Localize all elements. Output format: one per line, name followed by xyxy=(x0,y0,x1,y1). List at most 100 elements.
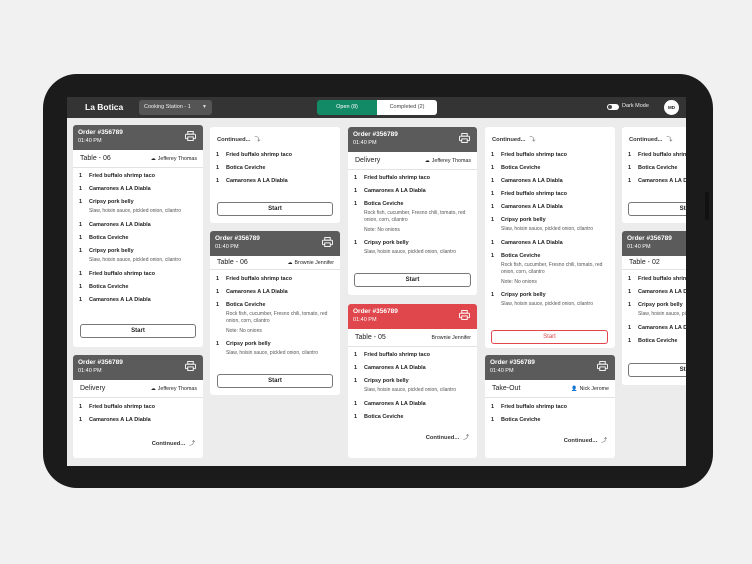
order-type: Take-Out xyxy=(492,385,521,392)
order-time: 01:40 PM xyxy=(78,138,102,144)
continued-indicator: Continued... ⤵ xyxy=(492,137,536,143)
order-card: Order #356789 01:40 PM Delivery ☁ Jeffere… xyxy=(348,127,477,295)
list-item: 1Camarones A LA Diabla xyxy=(628,289,686,295)
card-subheader: Delivery ☁ Jefferey Thomas xyxy=(73,380,203,398)
start-button[interactable]: Start xyxy=(628,202,686,216)
printer-icon[interactable] xyxy=(185,361,196,371)
card-header: Order #356789 01:40 PM xyxy=(73,355,203,380)
server-name: ☁ Jefferey Thomas xyxy=(150,156,197,162)
list-item: 1Fried buffalo shrimp taco xyxy=(79,271,156,277)
arrow-down-icon: ⤵ xyxy=(529,137,536,143)
list-item: 1Camarones A LA Diabla xyxy=(491,178,563,184)
list-item: 1 Botica Ceviche xyxy=(79,235,129,241)
chevron-down-icon: ▼ xyxy=(202,104,207,110)
list-item: 1Fried buffalo shrimp taco xyxy=(79,404,156,410)
order-number: Order #356789 xyxy=(490,359,535,366)
list-item: 1 Botica Ceviche xyxy=(491,417,541,423)
list-item: 1Cripsy pork bellySlaw, hoisin sauce, pi… xyxy=(354,240,456,255)
card-subheader: Table - 05 Brownie Jennifer xyxy=(348,329,477,347)
arrow-up-icon: ⤴ xyxy=(463,435,469,441)
order-card-urgent: Order #356789 01:40 PM Table - 05 Browni… xyxy=(348,304,477,458)
card-header: Order #356789 01:40 PM xyxy=(73,125,203,150)
printer-icon[interactable] xyxy=(459,310,470,320)
list-item: 1 Botica Ceviche Rock fish, cucumber, Fres… xyxy=(354,201,466,233)
card-header: Order #356789 01:40 PM xyxy=(485,355,615,380)
table-label: Table - 05 xyxy=(355,334,386,341)
start-button[interactable]: Start xyxy=(217,202,333,216)
order-card: Order #356789 01:40 PM Table - 02 1 Fried… xyxy=(622,231,686,385)
card-header: Order #356789 01:40 PM xyxy=(348,127,477,152)
order-number: Order #356789 xyxy=(353,131,398,138)
card-subheader: Table - 06 ☁ Brownie Jennifer xyxy=(210,256,340,270)
station-dropdown[interactable]: Cooking Station - 1 ▼ xyxy=(139,100,212,115)
list-item: 1Fried buffalo shrimp taco xyxy=(354,352,431,358)
start-button[interactable]: Start xyxy=(628,363,686,377)
arrow-up-icon: ⤴ xyxy=(601,438,607,444)
list-item: 1Fried buffalo shrimp taco xyxy=(628,152,686,158)
card-subheader: Delivery ☁ Jefferey Thomas xyxy=(348,152,477,170)
order-number: Order #356789 xyxy=(627,235,672,242)
list-item: 1Cripsy pork bellySlaw, hoisin sauce, pi… xyxy=(491,292,593,307)
order-time: 01:40 PM xyxy=(78,368,102,374)
list-item: 1 Botica Ceviche Rock fish, cucumber, Fres… xyxy=(491,253,603,285)
printer-icon[interactable] xyxy=(185,131,196,141)
server-name: ☁ Brownie Jennifer xyxy=(287,260,334,266)
brand-name: La Botica xyxy=(85,102,124,112)
list-item: 1 Botica Ceviche xyxy=(628,165,678,171)
order-card-continued: Continued...⤵ 1Fried buffalo shrimp taco… xyxy=(485,127,615,348)
table-label: Table - 06 xyxy=(80,155,111,162)
list-item: 1Camarones A LA Diabla xyxy=(354,188,426,194)
order-card: Order #356789 01:40 PM Table - 06 ☁ Jeffe… xyxy=(73,125,203,347)
tab-open[interactable]: Open (8) xyxy=(317,100,377,115)
list-item: 1Camarones A LA Diabla xyxy=(216,178,288,184)
start-button[interactable]: Start xyxy=(491,330,608,344)
continued-indicator: Continued... ⤵ xyxy=(629,137,673,143)
avatar[interactable]: MD xyxy=(664,100,679,115)
continued-indicator: Continued... ⤵ xyxy=(217,137,261,143)
chef-hat-icon: ☁ xyxy=(150,386,156,392)
start-button[interactable]: Start xyxy=(217,374,333,388)
card-subheader: Table - 06 ☁ Jefferey Thomas xyxy=(73,150,203,168)
printer-icon[interactable] xyxy=(459,133,470,143)
arrow-down-icon: ⤵ xyxy=(254,137,261,143)
server-name: Brownie Jennifer xyxy=(431,335,471,341)
list-item: 1Camarones A LA Diabla xyxy=(628,178,686,184)
order-type: Delivery xyxy=(355,157,381,164)
start-button[interactable]: Start xyxy=(354,273,471,287)
arrow-up-icon: ⤴ xyxy=(189,441,195,447)
chef-hat-icon: ☁ xyxy=(150,156,156,162)
dark-mode-toggle[interactable] xyxy=(607,104,619,110)
list-item: 1Camarones A LA Diabla xyxy=(79,222,151,228)
list-item: 1Camarones A LA Diabla xyxy=(79,297,151,303)
list-item: 1Camarones A LA Diabla xyxy=(216,289,288,295)
table-label: Table - 06 xyxy=(217,259,248,266)
list-item: 1Fried buffalo shrimp taco xyxy=(628,276,686,282)
printer-icon[interactable] xyxy=(322,237,333,247)
user-icon: 👤 xyxy=(571,386,578,392)
chef-hat-icon: ☁ xyxy=(424,158,430,164)
table-label: Table - 02 xyxy=(629,259,660,266)
tab-completed[interactable]: Completed (2) xyxy=(377,100,437,115)
status-tabs: Open (8) Completed (2) xyxy=(317,100,437,115)
continued-indicator: Continued... ⤴ xyxy=(425,435,469,441)
list-item: 1Cripsy pork bellySlaw, hoisin sauce, pi… xyxy=(79,199,181,214)
list-item: 1 Botica Ceviche xyxy=(79,284,129,290)
card-header: Order #356789 01:40 PM xyxy=(348,304,477,329)
arrow-down-icon: ⤵ xyxy=(666,137,673,143)
list-item: 1 Botica Ceviche xyxy=(628,338,678,344)
list-item: 1Fried buffalo shrimp taco xyxy=(354,175,431,181)
printer-icon[interactable] xyxy=(597,361,608,371)
list-item: 1Fried buffalo shrimp taco xyxy=(216,152,293,158)
start-button[interactable]: Start xyxy=(80,324,196,338)
chef-hat-icon: ☁ xyxy=(287,260,293,266)
order-time: 01:40 PM xyxy=(353,317,377,323)
list-item: 1 Botica Ceviche Rock fish, cucumber, Fres… xyxy=(216,302,328,334)
order-number: Order #356789 xyxy=(353,308,398,315)
continued-indicator: Continued... ⤴ xyxy=(563,438,607,444)
order-card: Order #356789 01:40 PM Delivery ☁ Jeffere… xyxy=(73,355,203,458)
order-card: Order #356789 01:40 PM Table - 06 ☁ Brown… xyxy=(210,231,340,395)
order-time: 01:40 PM xyxy=(353,140,377,146)
order-card-continued: Continued...⤵ 1Fried buffalo shrimp taco… xyxy=(622,127,686,223)
order-card: Order #356789 01:40 PM Take-Out 👤 Nick Je… xyxy=(485,355,615,458)
list-item: 1 Botica Ceviche xyxy=(216,165,266,171)
